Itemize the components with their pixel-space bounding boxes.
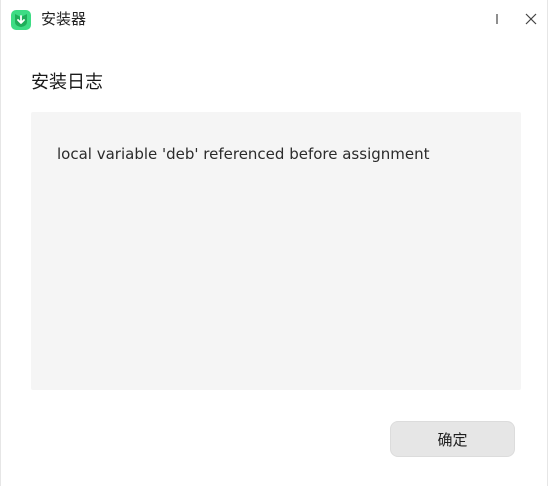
log-output-area[interactable]: local variable 'deb' referenced before a… — [31, 112, 521, 390]
log-heading: 安装日志 — [31, 72, 103, 93]
close-button[interactable] — [520, 8, 542, 30]
close-icon — [525, 10, 537, 29]
installer-window: 安装器 安装日志 local variable 'deb' referenced… — [0, 0, 548, 486]
confirm-button[interactable]: 确定 — [390, 421, 515, 457]
title-bar[interactable]: 安装器 — [1, 0, 548, 38]
log-message: local variable 'deb' referenced before a… — [57, 145, 430, 163]
installer-app-icon — [11, 10, 31, 30]
window-title: 安装器 — [41, 10, 87, 28]
minimize-icon — [491, 10, 503, 29]
minimize-button[interactable] — [486, 8, 508, 30]
